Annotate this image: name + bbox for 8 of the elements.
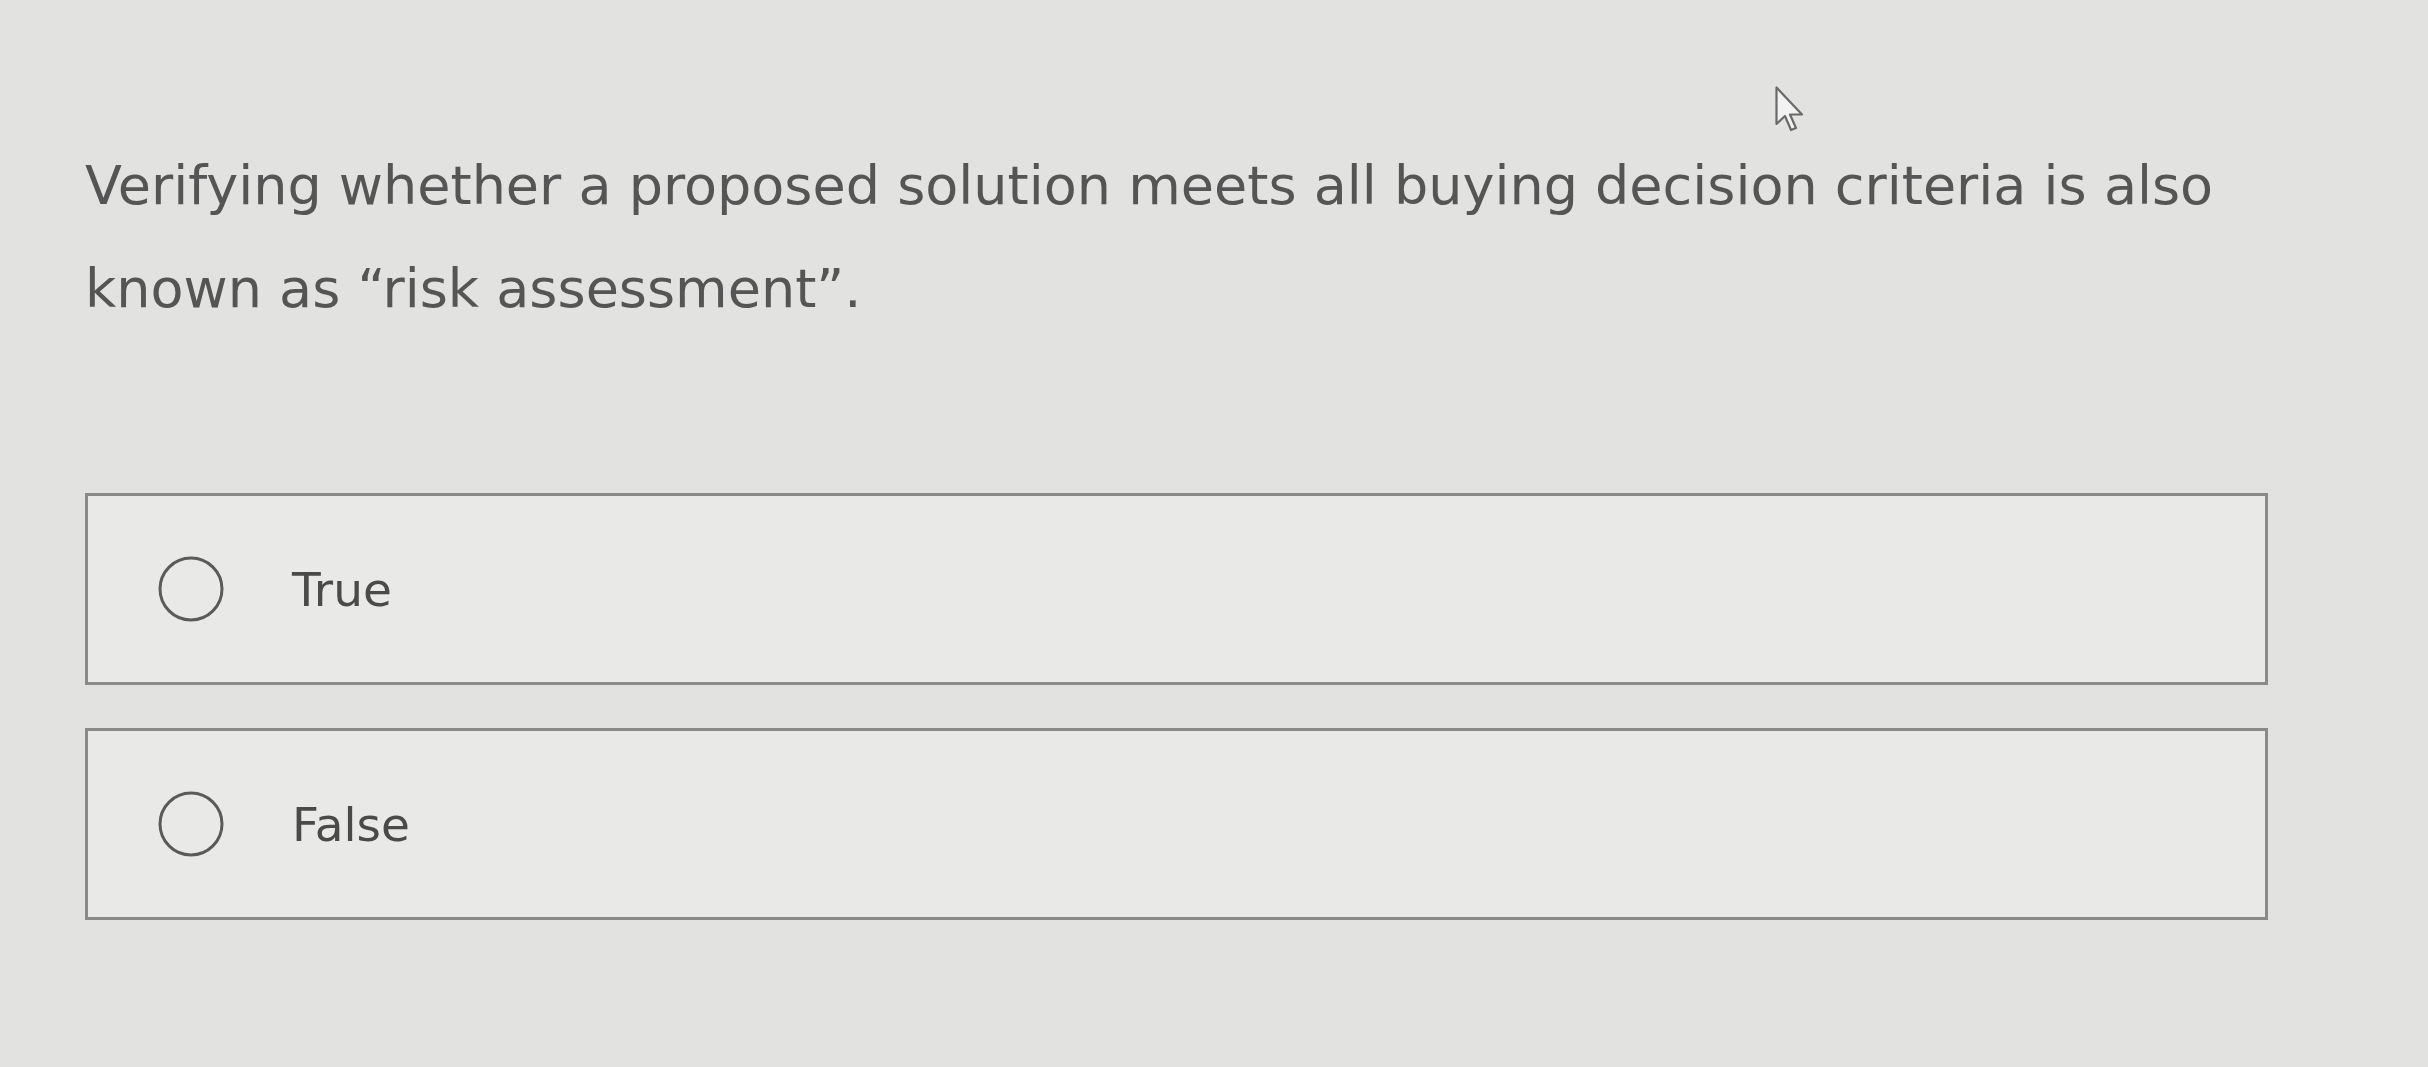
radio-button-icon[interactable] — [158, 556, 224, 622]
option-label: False — [292, 796, 410, 852]
question-text: Verifying whether a proposed solution meets all buying decision criteria is also known as “risk assessment”. — [85, 153, 2215, 322]
option-label: True — [292, 561, 392, 617]
radio-button-icon[interactable] — [158, 791, 224, 857]
answer-option[interactable]: True — [85, 493, 2268, 685]
mouse-pointer-icon — [1775, 86, 1805, 132]
answer-option[interactable]: False — [85, 728, 2268, 920]
